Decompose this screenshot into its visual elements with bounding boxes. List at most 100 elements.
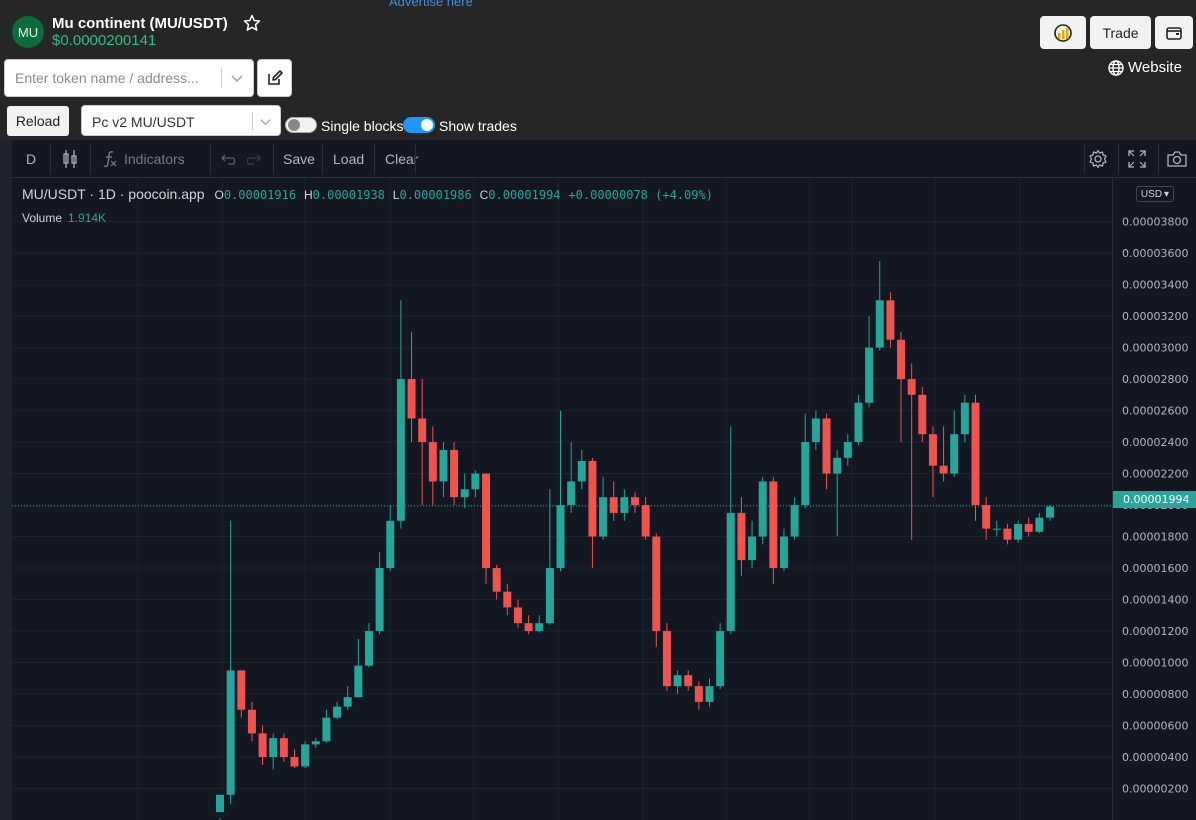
pair-select[interactable]: Pc v2 MU/USDT: [81, 105, 281, 136]
candle-body: [364, 631, 373, 666]
candle-body: [333, 706, 342, 718]
toggle-knob: [421, 119, 433, 131]
website-link[interactable]: Website: [1108, 59, 1182, 76]
legend-c-label: C: [479, 188, 489, 202]
chevron-down-icon[interactable]: [258, 114, 273, 129]
y-tick-label: 0.00003800: [1122, 216, 1188, 229]
trade-button[interactable]: Trade: [1090, 16, 1151, 49]
save-button[interactable]: Save: [283, 140, 315, 178]
settings-button[interactable]: [1088, 140, 1108, 178]
candle-body: [928, 434, 937, 466]
undo-icon: [221, 154, 236, 165]
fullscreen-button[interactable]: [1128, 140, 1146, 178]
load-button[interactable]: Load: [333, 140, 364, 178]
candle-body: [343, 697, 352, 707]
star-icon[interactable]: [242, 13, 262, 33]
candle-body: [577, 460, 586, 482]
y-tick-label: 0.00001600: [1122, 562, 1188, 575]
legend-l-value: 0.00001986: [399, 188, 472, 202]
chart-tools-button[interactable]: [1040, 16, 1086, 49]
function-icon: [103, 151, 117, 168]
y-tick-label: 0.00000400: [1122, 751, 1188, 764]
y-tick-label: 0.00003600: [1122, 247, 1188, 260]
candle-body: [450, 449, 459, 498]
y-tick-label: 0.00002800: [1122, 373, 1188, 386]
candle-body: [737, 512, 746, 561]
candle-type-button[interactable]: [62, 140, 78, 178]
pair-divider: [252, 112, 253, 130]
candle-body: [311, 741, 320, 745]
candle-body: [1014, 523, 1023, 540]
candle-body: [960, 402, 969, 435]
y-tick-label: 0.00000800: [1122, 688, 1188, 701]
candle-body: [673, 675, 682, 687]
candle-body: [535, 623, 544, 632]
ohlc-legend: MU/USDT · 1D · poocoin.app O0.00001916 H…: [22, 186, 713, 202]
toggle-knob: [288, 119, 300, 131]
chevron-down-icon: ▾: [1164, 188, 1170, 200]
candle-body: [620, 497, 629, 513]
candle-body: [716, 631, 725, 687]
gear-icon: [1089, 149, 1107, 169]
redo-icon: [246, 154, 261, 165]
y-tick-label: 0.00003200: [1122, 310, 1188, 323]
candle-body: [907, 379, 916, 395]
legend-h-label: H: [303, 188, 313, 202]
candle-body: [513, 607, 522, 624]
candle-body: [1035, 517, 1044, 532]
token-price: $0.0000200141: [52, 32, 157, 49]
indicators-button[interactable]: Indicators: [102, 140, 185, 178]
token-search[interactable]: [4, 59, 254, 97]
advertise-link[interactable]: Advertise here: [389, 0, 473, 9]
y-tick-label: 0.00002200: [1122, 468, 1188, 481]
wallet-icon: [1166, 26, 1182, 40]
toolbar-divider: [50, 144, 51, 174]
candle-body: [301, 744, 310, 767]
redo-button[interactable]: [246, 140, 262, 178]
reload-button[interactable]: Reload: [7, 106, 69, 136]
website-label: Website: [1128, 59, 1182, 76]
edit-token-button[interactable]: [257, 59, 292, 97]
wallet-button[interactable]: [1155, 16, 1193, 49]
candle-body: [279, 738, 288, 758]
candle-body: [748, 536, 757, 561]
candle-body: [758, 481, 767, 537]
candle-body: [247, 709, 256, 734]
candle-body: [705, 686, 714, 702]
token-logo: MU: [12, 16, 44, 48]
single-blocks-toggle[interactable]: [285, 117, 317, 133]
show-trades-toggle[interactable]: [403, 117, 435, 133]
candle-body: [471, 473, 480, 490]
interval-button[interactable]: D: [26, 140, 36, 178]
candle-body: [269, 738, 278, 758]
y-tick-label: 0.00001000: [1122, 657, 1188, 670]
legend-o-value: 0.00001916: [223, 188, 297, 202]
candle-body: [226, 670, 235, 795]
candle-body: [396, 379, 405, 521]
search-input[interactable]: [5, 60, 217, 96]
candle-body: [939, 465, 948, 474]
candle-body: [407, 379, 416, 419]
screenshot-button[interactable]: [1166, 140, 1188, 178]
undo-button[interactable]: [220, 140, 236, 178]
candle-body: [503, 591, 512, 608]
pair-selected-value: Pc v2 MU/USDT: [92, 114, 195, 130]
candlestick-chart[interactable]: 0.00000200 0.00000400 0.00000600 0.00000800…: [0, 178, 1196, 820]
candle-body: [684, 675, 693, 687]
candle-body: [992, 528, 1001, 530]
clear-button[interactable]: Clear: [385, 140, 418, 178]
candle-body: [918, 394, 927, 435]
chevron-down-icon[interactable]: [229, 70, 245, 86]
y-tick-label: 0.00001400: [1122, 594, 1188, 607]
toolbar-divider: [415, 144, 416, 174]
legend-c-value: 0.00001994: [488, 188, 561, 202]
candle-body: [1003, 528, 1012, 540]
search-divider: [221, 68, 222, 88]
token-title: Mu continent (MU/USDT): [52, 15, 228, 32]
candle-body: [875, 300, 884, 348]
candle-body: [982, 505, 991, 529]
currency-select[interactable]: USD ▾: [1136, 186, 1174, 202]
currency-label: USD: [1140, 188, 1163, 200]
fullscreen-icon: [1128, 150, 1146, 168]
candle-body: [1024, 523, 1033, 532]
